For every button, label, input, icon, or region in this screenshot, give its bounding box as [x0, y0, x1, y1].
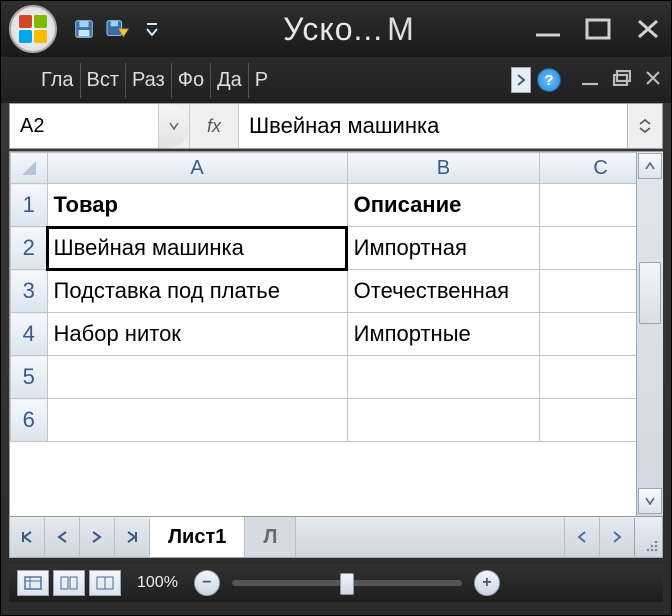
- worksheet-area: A B C 1 Товар Описание 2 Швейная машинка…: [9, 151, 663, 517]
- title-text-right: М: [387, 11, 415, 48]
- cell[interactable]: Набор ниток: [47, 313, 347, 356]
- zoom-in-button[interactable]: +: [474, 570, 500, 596]
- scrollbar-thumb[interactable]: [639, 262, 661, 324]
- help-button[interactable]: ?: [537, 68, 561, 92]
- sheet-nav-prev-icon[interactable]: [45, 518, 80, 556]
- title-text-left: Уско...: [283, 11, 383, 48]
- formula-input[interactable]: Швейная машинка: [239, 104, 627, 148]
- expand-formula-bar-icon[interactable]: [627, 104, 662, 148]
- cell[interactable]: Описание: [347, 184, 540, 227]
- mdi-buttons: [581, 69, 661, 92]
- window-buttons: [533, 16, 663, 42]
- row-header[interactable]: 4: [11, 313, 48, 356]
- row-header[interactable]: 5: [11, 356, 48, 399]
- maximize-button[interactable]: [583, 16, 613, 42]
- save-icon[interactable]: [71, 16, 97, 42]
- sheet-tab-active[interactable]: Лист1: [150, 517, 245, 557]
- app-window: Уско... М Гла Вст Раз Фо Да Р ?: [0, 0, 672, 616]
- status-bar: 100% − +: [9, 564, 663, 602]
- qat-customize-icon[interactable]: [139, 16, 165, 42]
- scroll-left-icon[interactable]: [564, 518, 599, 556]
- sheet-nav-first-icon[interactable]: [10, 518, 45, 556]
- insert-function-button[interactable]: fx: [189, 104, 239, 148]
- cell[interactable]: [47, 399, 347, 442]
- row-header[interactable]: 6: [11, 399, 48, 442]
- ribbon-tab[interactable]: Фо: [171, 63, 210, 98]
- cell[interactable]: [47, 356, 347, 399]
- mdi-minimize-icon[interactable]: [581, 69, 599, 92]
- title-bar: Уско... М: [1, 1, 671, 57]
- close-button[interactable]: [633, 16, 663, 42]
- sheet-nav-next-icon[interactable]: [80, 518, 115, 556]
- ribbon-tab[interactable]: Гла: [35, 63, 80, 98]
- scroll-up-icon[interactable]: [638, 153, 662, 179]
- quick-access-toolbar: [71, 16, 165, 42]
- view-page-break-icon[interactable]: [89, 570, 121, 596]
- scroll-down-icon[interactable]: [638, 488, 662, 514]
- save-as-icon[interactable]: [105, 16, 131, 42]
- window-title: Уско... М: [165, 11, 533, 48]
- row-header[interactable]: 1: [11, 184, 48, 227]
- ribbon-tab[interactable]: Р: [248, 63, 274, 98]
- sheet-tab-bar: Лист1 Л: [9, 517, 663, 558]
- horizontal-scrollbar[interactable]: [296, 518, 634, 556]
- ribbon-tab[interactable]: Да: [210, 63, 248, 98]
- zoom-slider[interactable]: [232, 580, 462, 586]
- column-header[interactable]: A: [47, 153, 347, 184]
- resize-grip-icon[interactable]: [634, 518, 662, 556]
- view-page-layout-icon[interactable]: [53, 570, 85, 596]
- ribbon-tabs: Гла Вст Раз Фо Да Р ?: [1, 57, 671, 103]
- zoom-out-button[interactable]: −: [194, 570, 220, 596]
- cell[interactable]: [347, 399, 540, 442]
- ribbon-tab[interactable]: Раз: [125, 63, 171, 98]
- office-button[interactable]: [9, 5, 57, 53]
- vertical-scrollbar[interactable]: [636, 152, 663, 516]
- view-normal-icon[interactable]: [17, 570, 49, 596]
- zoom-slider-thumb[interactable]: [340, 573, 354, 595]
- sheet-nav-last-icon[interactable]: [115, 518, 150, 556]
- scroll-right-icon[interactable]: [599, 518, 634, 556]
- sheet-nav-buttons: [10, 518, 150, 556]
- cell[interactable]: Импортные: [347, 313, 540, 356]
- name-box-dropdown-icon[interactable]: [158, 104, 189, 148]
- select-all-corner[interactable]: [11, 153, 48, 184]
- cell[interactable]: [347, 356, 540, 399]
- zoom-value[interactable]: 100%: [137, 574, 178, 592]
- sheet-tab[interactable]: Л: [245, 517, 296, 557]
- row-header[interactable]: 3: [11, 270, 48, 313]
- mdi-restore-icon[interactable]: [613, 69, 631, 92]
- spreadsheet-grid[interactable]: A B C 1 Товар Описание 2 Швейная машинка…: [10, 152, 662, 442]
- formula-bar: A2 fx Швейная машинка: [9, 103, 663, 149]
- cell[interactable]: Товар: [47, 184, 347, 227]
- name-box[interactable]: A2: [10, 104, 158, 148]
- ribbon-scroll-right-icon[interactable]: [511, 67, 531, 93]
- column-header[interactable]: B: [347, 153, 540, 184]
- mdi-close-icon[interactable]: [645, 69, 661, 92]
- minimize-button[interactable]: [533, 16, 563, 42]
- ribbon-tab[interactable]: Вст: [80, 63, 126, 98]
- cell[interactable]: Подставка под платье: [47, 270, 347, 313]
- cell[interactable]: Импортная: [347, 227, 540, 270]
- cell-active[interactable]: Швейная машинка: [47, 227, 347, 270]
- cell[interactable]: Отечественная: [347, 270, 540, 313]
- row-header[interactable]: 2: [11, 227, 48, 270]
